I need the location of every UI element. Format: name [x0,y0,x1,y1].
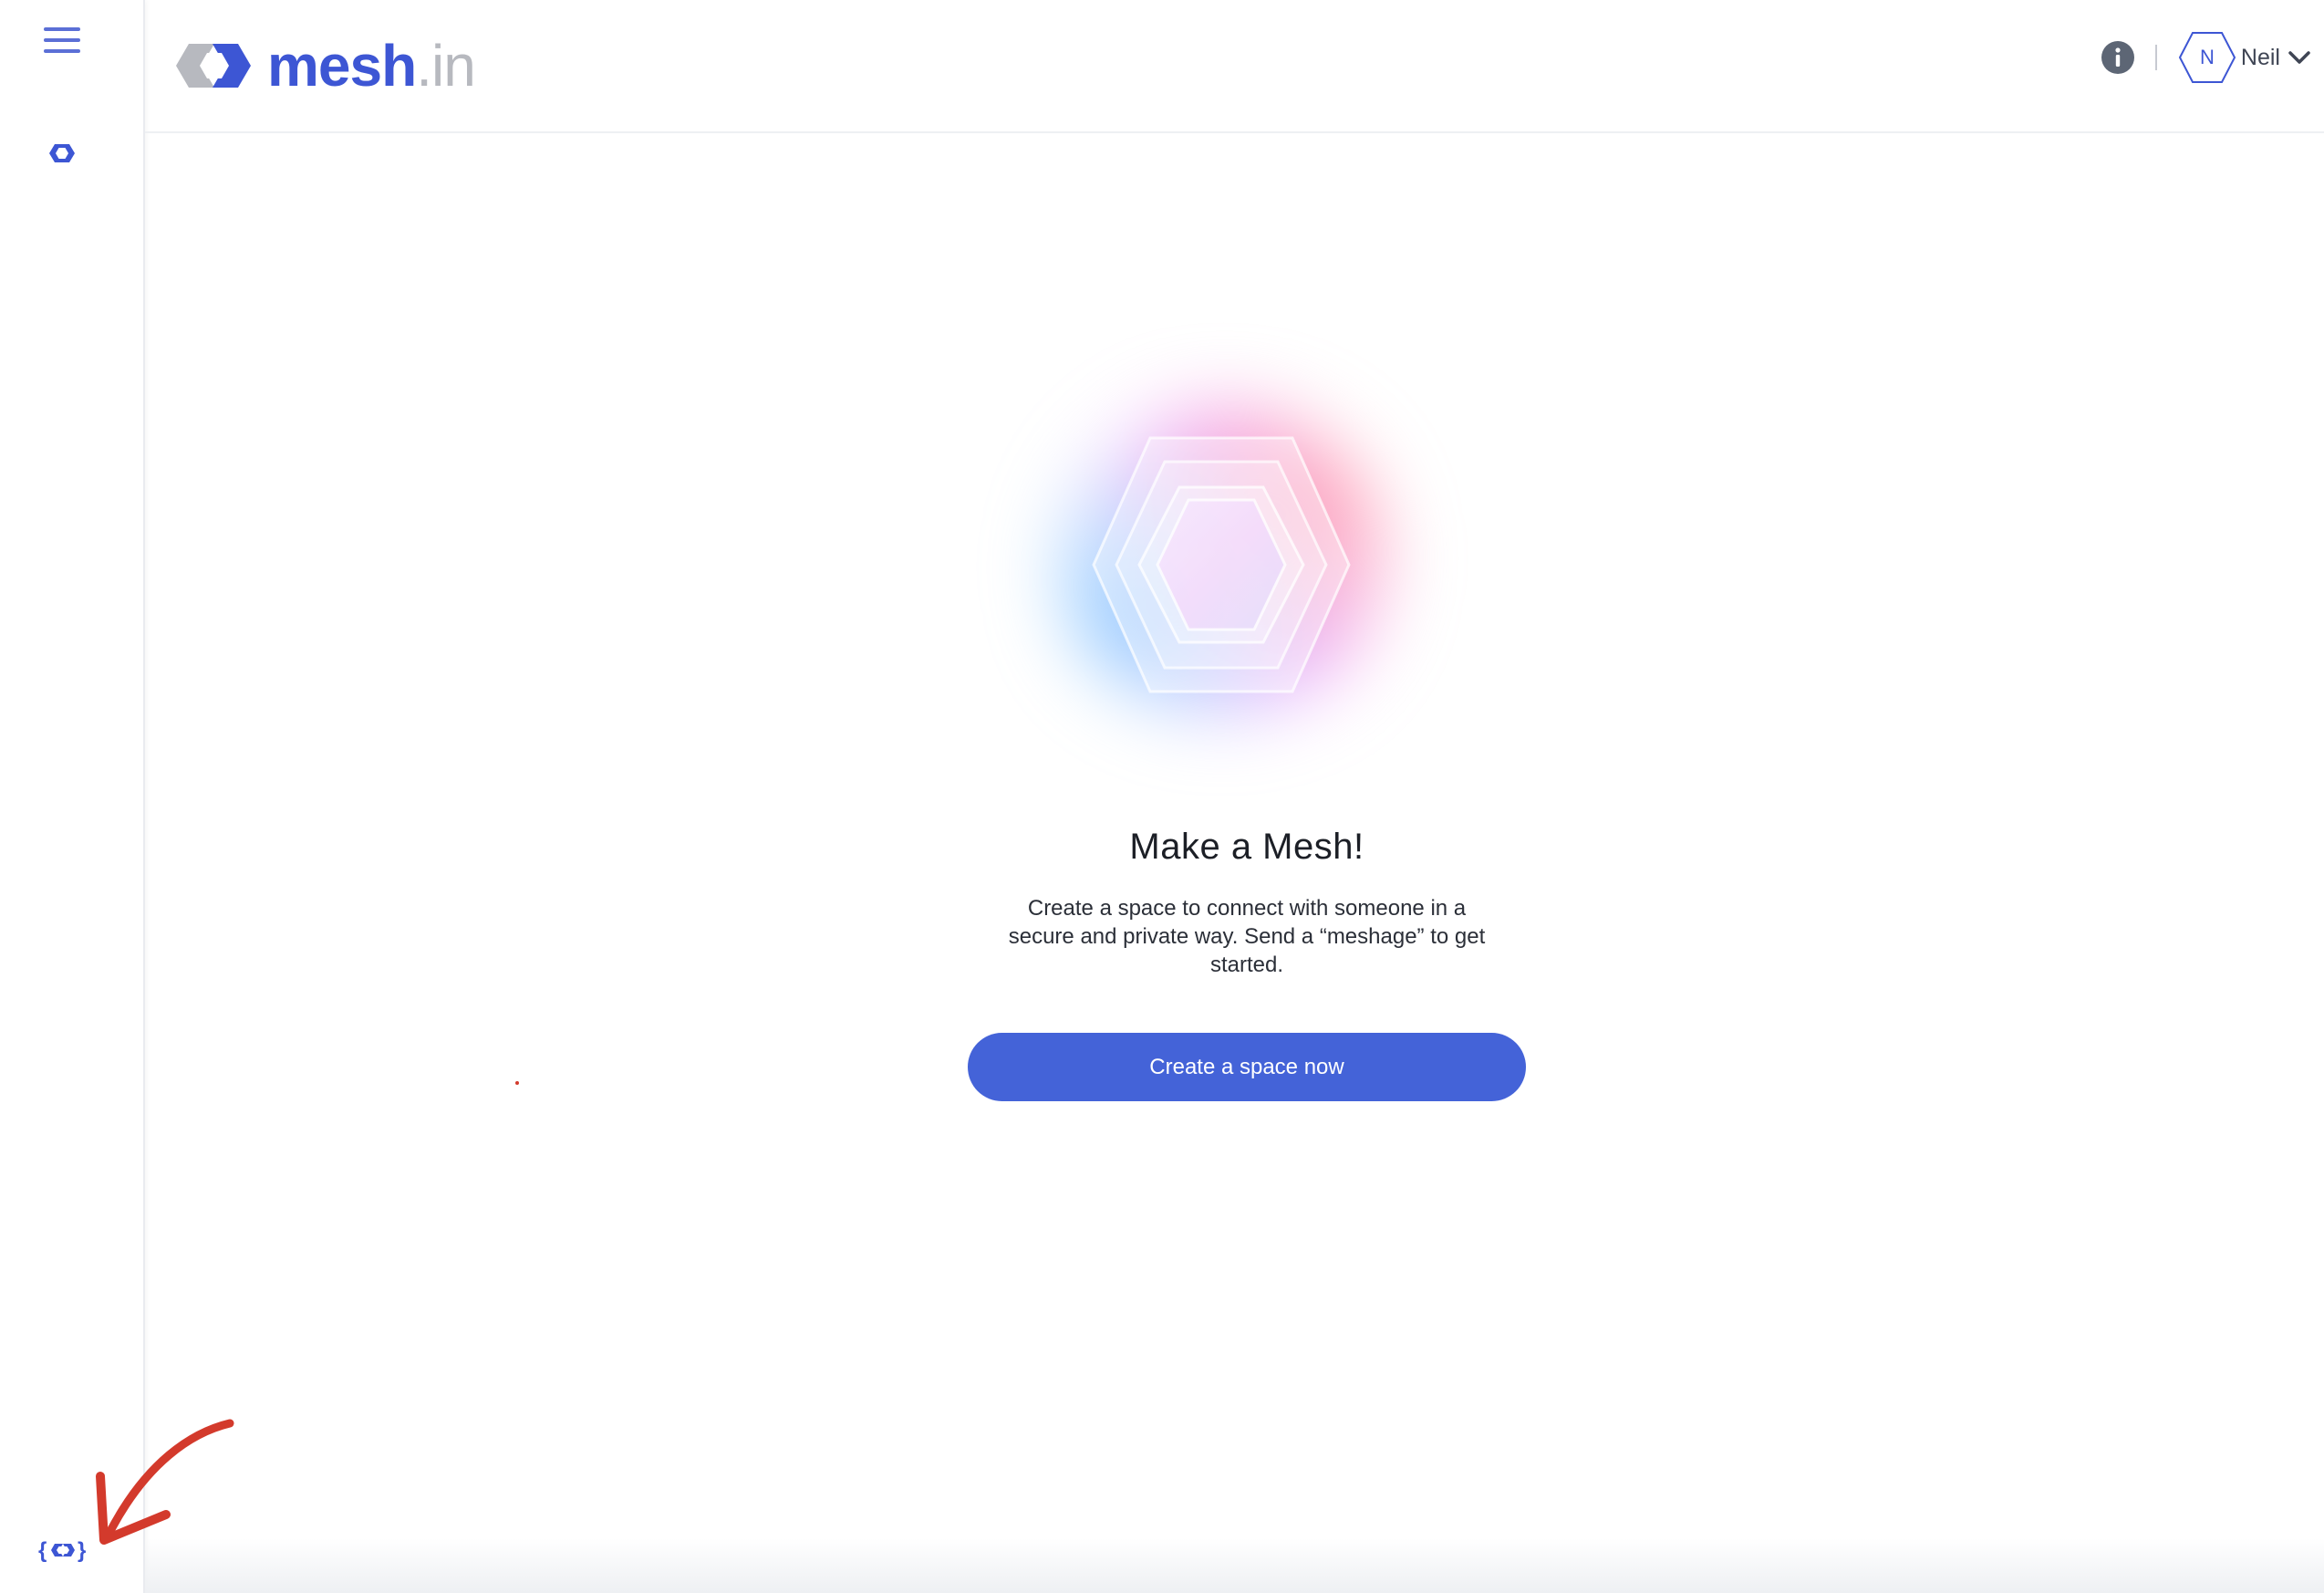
hero-illustration [1002,350,1440,770]
header-divider [2154,45,2157,70]
hexagon-illustration-icon [1092,436,1351,693]
chevron-down-icon[interactable] [2288,48,2311,67]
brand-logo[interactable]: mesh.in [172,24,476,108]
svg-text:}: } [78,1538,86,1563]
svg-text:{: { [38,1538,47,1563]
create-space-button[interactable]: Create a space now [968,1033,1526,1101]
mesh-logo-icon [176,44,251,88]
page-title: Make a Mesh! [1129,827,1364,867]
bottom-fade [145,1538,2324,1593]
mesh-dev-icon[interactable]: { } [38,1536,88,1564]
hamburger-menu-icon[interactable] [44,27,80,58]
mesh-link-icon[interactable] [42,139,82,168]
app-root: { } mesh.in N Neil Make a Mesh! Create a… [0,0,2324,1593]
info-icon[interactable] [2101,40,2135,75]
avatar-initial: N [2199,46,2215,68]
header-actions: N Neil [2101,27,2311,88]
avatar[interactable]: N [2177,30,2237,85]
brand-tld: .in [416,33,476,99]
annotation-dot [515,1081,519,1085]
page-description: Create a space to connect with someone i… [1008,896,1486,977]
brand-name: mesh [267,33,417,99]
sidebar: { } [0,0,145,1593]
user-name[interactable]: Neil [2241,45,2280,71]
brand-wordmark: mesh.in [267,36,476,95]
top-header: mesh.in N Neil [145,0,2324,133]
